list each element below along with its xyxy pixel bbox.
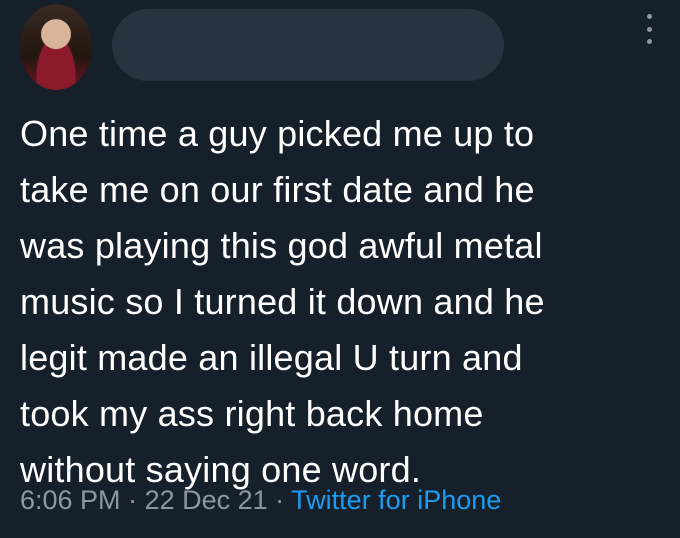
tweet-line: music so I turned it down and he xyxy=(20,281,545,322)
tweet-line: was playing this god awful metal xyxy=(20,225,543,266)
display-name-redacted xyxy=(112,9,504,81)
tweet-time[interactable]: 6:06 PM xyxy=(20,485,121,515)
more-vertical-icon-dot xyxy=(646,26,652,32)
more-options-button[interactable] xyxy=(644,14,654,44)
tweet-date[interactable]: 22 Dec 21 xyxy=(145,485,268,515)
more-vertical-icon-dot xyxy=(646,39,652,44)
tweet-line: One time a guy picked me up to xyxy=(20,113,535,154)
tweet-meta: 6:06 PM · 22 Dec 21 · Twitter for iPhone xyxy=(20,480,501,520)
tweet-text: One time a guy picked me up to take me o… xyxy=(20,106,660,498)
tweet-line: take me on our first date and he xyxy=(20,169,535,210)
avatar[interactable] xyxy=(20,4,92,90)
meta-separator: · xyxy=(267,485,292,515)
tweet-line: took my ass right back home xyxy=(20,393,484,434)
tweet-line: legit made an illegal U turn and xyxy=(20,337,523,378)
more-vertical-icon xyxy=(646,14,652,19)
meta-separator: · xyxy=(120,485,145,515)
tweet-source-link[interactable]: Twitter for iPhone xyxy=(291,485,501,515)
